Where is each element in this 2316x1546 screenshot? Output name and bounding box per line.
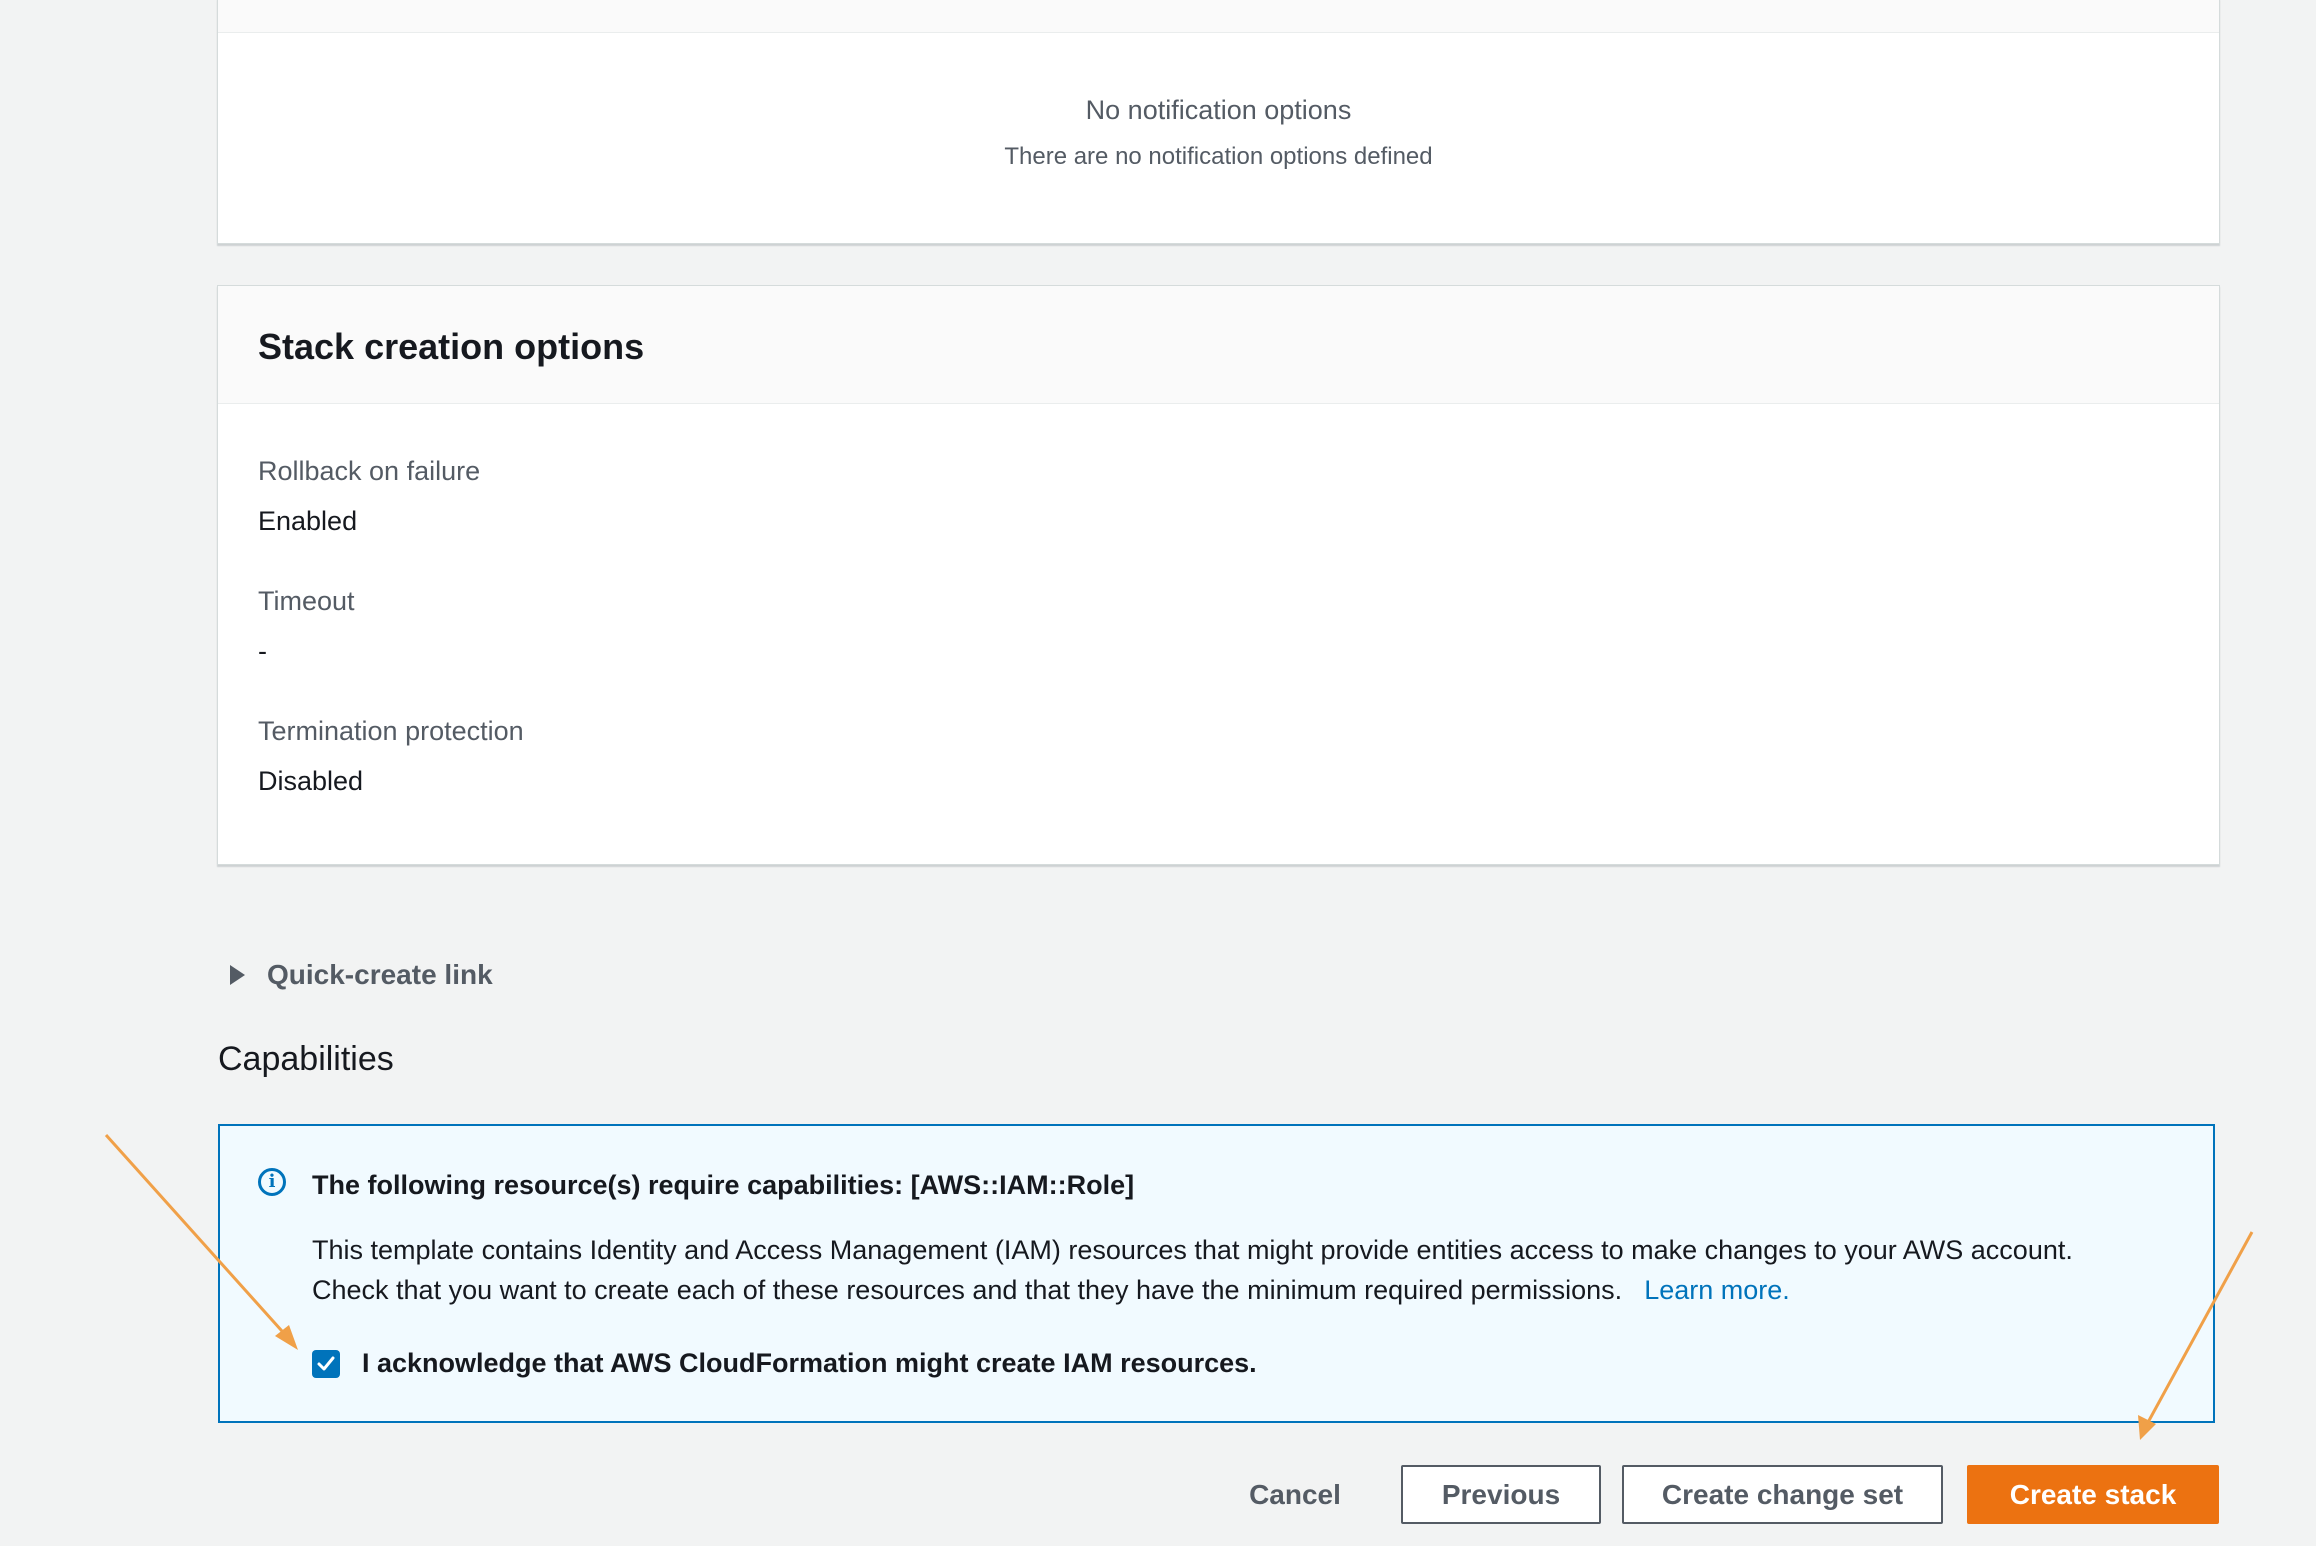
quick-create-link-label: Quick-create link xyxy=(267,959,493,990)
alert-body-line-1: This template contains Identity and Acce… xyxy=(312,1235,2073,1265)
alert-title: The following resource(s) require capabi… xyxy=(312,1170,1135,1200)
rollback-value: Enabled xyxy=(258,506,358,536)
stack-creation-options-panel: Stack creation options Rollback on failu… xyxy=(217,285,2220,865)
info-icon: i xyxy=(258,1168,286,1196)
capabilities-heading: Capabilities xyxy=(218,1040,394,1078)
cancel-button[interactable]: Cancel xyxy=(1230,1465,1360,1524)
learn-more-link[interactable]: Learn more. xyxy=(1644,1275,1790,1305)
notification-options-panel: No notification options There are no not… xyxy=(217,0,2220,244)
rollback-label: Rollback on failure xyxy=(258,456,481,486)
termination-protection-value: Disabled xyxy=(258,766,364,796)
alert-body-line-2-text: Check that you want to create each of th… xyxy=(312,1275,1623,1305)
alert-body: This template contains Identity and Acce… xyxy=(312,1230,2192,1310)
capabilities-info-alert: i The following resource(s) require capa… xyxy=(218,1124,2215,1423)
create-change-set-button[interactable]: Create change set xyxy=(1622,1465,1943,1524)
caret-right-icon xyxy=(230,965,245,985)
panel-title: Stack creation options xyxy=(258,326,645,367)
empty-state-title: No notification options xyxy=(1085,95,1352,125)
previous-button[interactable]: Previous xyxy=(1401,1465,1601,1524)
timeout-label: Timeout xyxy=(258,586,355,616)
termination-protection-label: Termination protection xyxy=(258,716,524,746)
timeout-value: - xyxy=(258,636,267,666)
create-stack-button[interactable]: Create stack xyxy=(1967,1465,2219,1524)
empty-state-subtitle: There are no notification options define… xyxy=(1004,143,1433,170)
checkmark-icon xyxy=(317,1356,335,1370)
acknowledge-row: I acknowledge that AWS CloudFormation mi… xyxy=(312,1348,1257,1379)
acknowledge-label[interactable]: I acknowledge that AWS CloudFormation mi… xyxy=(362,1348,1257,1379)
alert-body-line-2: Check that you want to create each of th… xyxy=(312,1270,2192,1310)
panel-header: Stack creation options xyxy=(218,286,2219,404)
acknowledge-checkbox[interactable] xyxy=(312,1349,340,1378)
quick-create-link-expander[interactable]: Quick-create link xyxy=(230,955,493,995)
panel-header-strip xyxy=(218,0,2219,33)
